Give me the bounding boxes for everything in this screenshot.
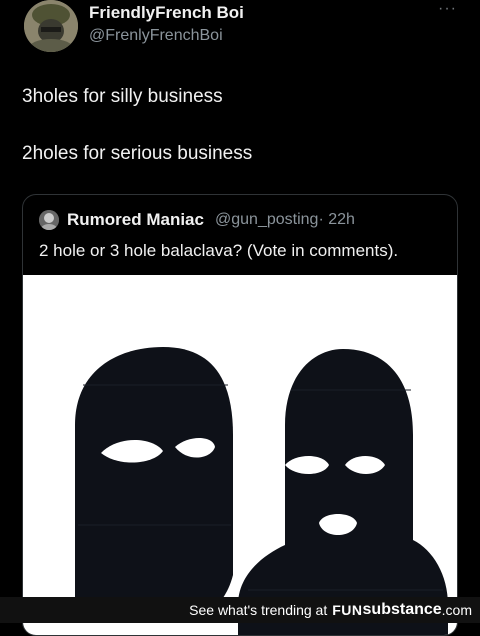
brand-suffix: substance: [362, 601, 442, 618]
quoted-author-meta[interactable]: @gun_posting· 22h: [215, 211, 355, 229]
tweet-text-line: 3holes for silly business: [22, 86, 223, 107]
more-options-icon[interactable]: ···: [438, 0, 457, 18]
tweet-text-line: 2holes for serious business: [22, 143, 253, 164]
brand-prefix: FUN: [332, 602, 363, 618]
author-name[interactable]: FriendlyFrench Boi: [89, 3, 244, 23]
quoted-author-handle[interactable]: @gun_posting: [215, 211, 318, 228]
author-handle[interactable]: @FrenlyFrenchBoi: [89, 27, 223, 45]
balaclava-image[interactable]: [23, 275, 457, 635]
quoted-time: · 22h: [318, 211, 355, 228]
watermark-footer: See what's trending at FUN substance .com: [0, 597, 480, 623]
author-avatar[interactable]: [24, 0, 78, 52]
quoted-author-name[interactable]: Rumored Maniac: [67, 210, 204, 230]
quoted-author-avatar: [39, 210, 59, 230]
brand-tld: .com: [441, 602, 472, 618]
footer-text: See what's trending at: [189, 602, 328, 618]
three-hole-balaclava: [238, 349, 448, 635]
two-hole-balaclava: [75, 347, 233, 615]
quoted-tweet-text: 2 hole or 3 hole balaclava? (Vote in com…: [39, 241, 399, 260]
quoted-tweet-card[interactable]: Rumored Maniac @gun_posting· 22h 2 hole …: [22, 194, 458, 636]
